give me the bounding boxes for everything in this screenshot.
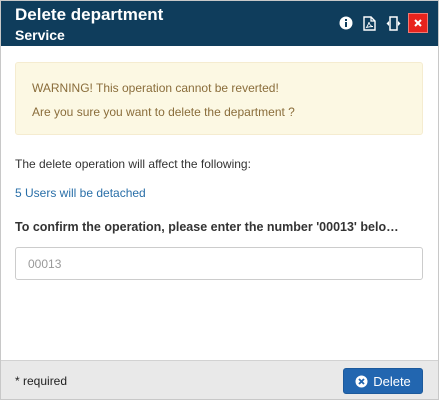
pdf-button[interactable] [360,14,378,32]
confirm-number-input[interactable] [15,247,423,280]
users-detached-link[interactable]: 5 Users will be detached [15,186,146,200]
delete-button[interactable]: Delete [343,368,423,394]
dialog-subtitle: Service [15,27,65,43]
warning-alert: WARNING! This operation cannot be revert… [15,62,423,135]
warning-question: Are you sure you want to delete the depa… [32,105,295,119]
dialog-header: Delete department Service [1,1,438,46]
close-icon [414,19,422,27]
info-icon [339,16,353,30]
required-note: * required [15,374,68,388]
warning-message: WARNING! This operation cannot be revert… [32,81,279,95]
dialog-title: Delete department [15,5,164,24]
affect-intro-text: The delete operation will affect the fol… [15,157,251,171]
close-button[interactable] [408,13,428,33]
delete-department-dialog: Delete department Service WARNING! This … [0,0,439,400]
info-button[interactable] [337,14,355,32]
confirm-label: To confirm the operation, please enter t… [15,220,399,234]
resize-button[interactable] [384,14,402,32]
resize-icon [386,15,400,31]
remove-circle-icon [355,375,368,388]
dialog-footer: * required Delete [1,360,438,399]
pdf-icon [362,15,376,31]
delete-button-label: Delete [373,373,411,389]
